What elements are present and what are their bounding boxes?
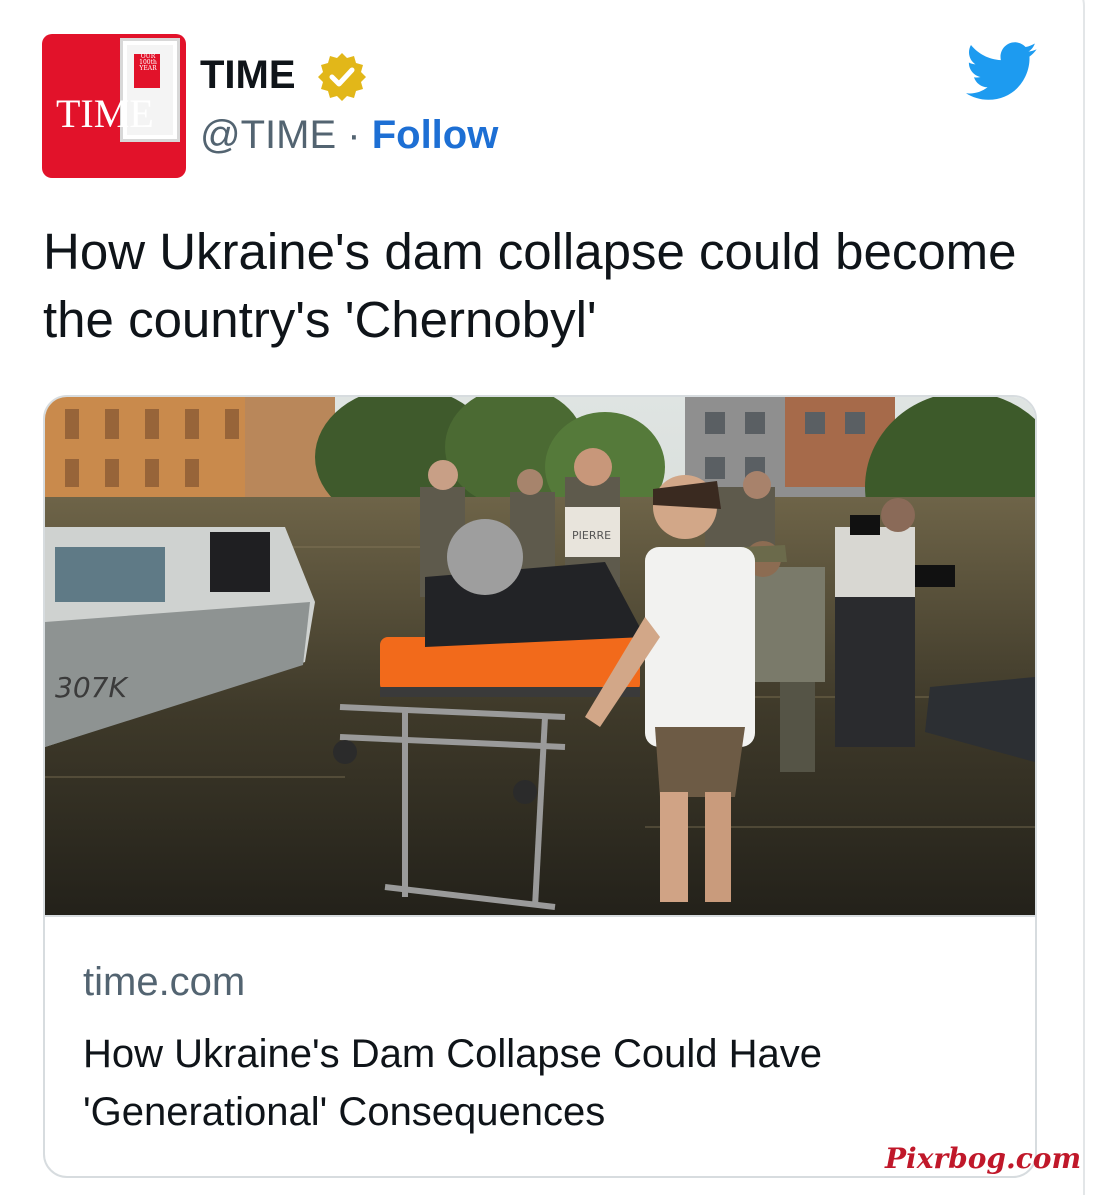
link-preview-card[interactable]: 307K PIERRE time.com How Ukraine's Dam C… xyxy=(43,395,1037,1178)
avatar-badge-text: OUR 100th YEAR xyxy=(139,53,157,72)
handle-row: @TIME · Follow xyxy=(200,110,498,160)
follow-button[interactable]: Follow xyxy=(372,113,499,157)
tweet-text: How Ukraine's dam collapse could become … xyxy=(43,223,1017,348)
account-name[interactable]: TIME xyxy=(200,50,296,100)
handle-separator: · xyxy=(336,113,372,157)
avatar-logo-text: TIME xyxy=(56,91,154,136)
link-title[interactable]: How Ukraine's Dam Collapse Could Have 'G… xyxy=(83,1025,983,1141)
verified-badge-icon xyxy=(318,53,366,101)
twitter-bird-icon[interactable] xyxy=(966,42,1038,102)
time-avatar[interactable]: OUR 100th YEAR TIME xyxy=(42,34,186,178)
shirt-text: PIERRE xyxy=(572,529,611,542)
link-domain: time.com xyxy=(83,960,246,1004)
watermark: Pixrbog.com xyxy=(885,1142,1082,1175)
article-photo[interactable]: 307K PIERRE xyxy=(45,397,1035,917)
card-divider xyxy=(45,915,1035,917)
boat-registration: 307K xyxy=(55,671,129,704)
account-handle[interactable]: @TIME xyxy=(200,113,336,157)
tweet-embed: OUR 100th YEAR TIME TIME @TIME · Follow … xyxy=(0,0,1093,1195)
